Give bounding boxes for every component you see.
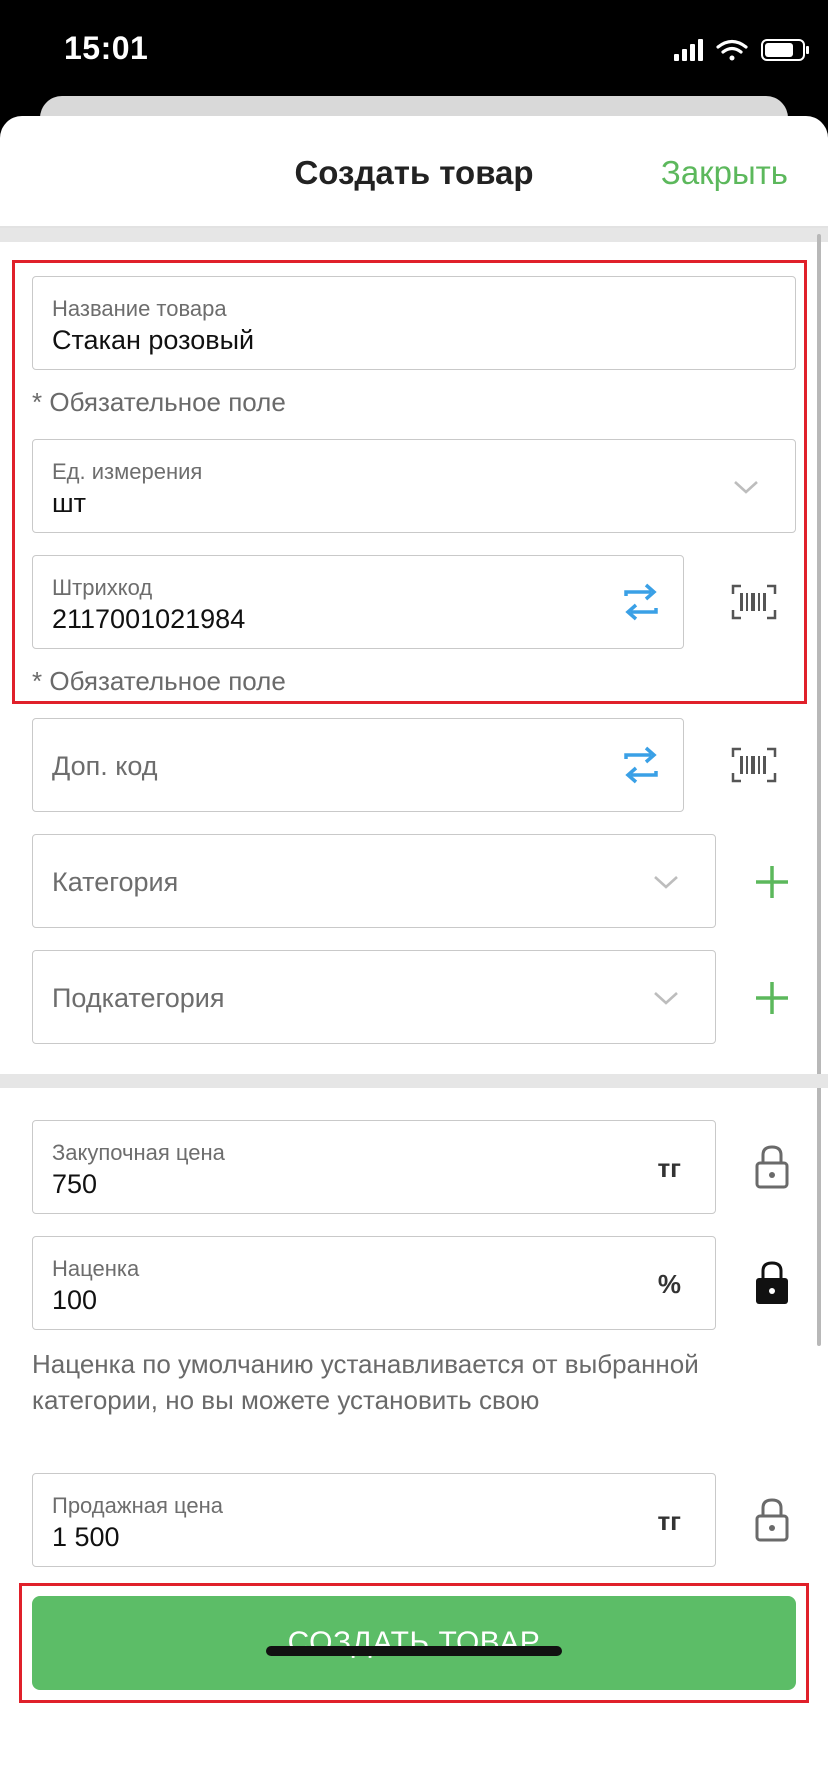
lock-open-icon[interactable] — [752, 1144, 792, 1190]
category-placeholder: Категория — [52, 867, 179, 897]
currency-suffix: тг — [657, 1506, 681, 1536]
status-time: 15:01 — [64, 30, 149, 66]
section-divider — [0, 228, 828, 242]
subcategory-select[interactable]: Подкатегория — [32, 950, 716, 1044]
create-button-highlight — [19, 1583, 809, 1703]
wifi-icon — [716, 39, 748, 61]
markup-hint: Наценка по умолчанию устанавливается от … — [32, 1349, 699, 1415]
extra-code-field[interactable]: Доп. код — [32, 718, 684, 812]
header: Создать товар Закрыть — [0, 116, 828, 228]
purchase-price-field[interactable]: Закупочная цена 750 тг — [32, 1120, 716, 1214]
currency-suffix: тг — [657, 1153, 681, 1183]
close-button[interactable]: Закрыть — [661, 154, 788, 192]
battery-icon — [761, 39, 809, 61]
percent-suffix: % — [657, 1269, 681, 1299]
required-fields-highlight — [12, 260, 807, 704]
chevron-down-icon — [653, 985, 679, 1011]
markup-label: Наценка — [52, 1256, 140, 1281]
purchase-price-label: Закупочная цена — [52, 1140, 225, 1165]
add-category-button[interactable] — [752, 862, 792, 902]
plus-icon — [756, 866, 788, 898]
purchase-price-value: 750 — [52, 1169, 98, 1199]
create-product-sheet: Создать товар Закрыть Название товара Ст… — [0, 116, 828, 1792]
barcode-scan-icon[interactable] — [730, 745, 778, 785]
markup-field[interactable]: Наценка 100 % — [32, 1236, 716, 1330]
lock-open-icon[interactable] — [752, 1497, 792, 1543]
category-select[interactable]: Категория — [32, 834, 716, 928]
status-bar: 15:01 — [0, 0, 828, 100]
extra-code-placeholder: Доп. код — [52, 751, 158, 781]
markup-value: 100 — [52, 1285, 98, 1315]
home-indicator — [266, 1646, 562, 1656]
signal-icon — [674, 39, 703, 61]
add-subcategory-button[interactable] — [752, 978, 792, 1018]
lock-closed-icon[interactable] — [752, 1260, 792, 1306]
refresh-icon[interactable] — [621, 744, 661, 786]
subcategory-placeholder: Подкатегория — [52, 983, 225, 1013]
plus-icon — [756, 982, 788, 1014]
section-divider — [0, 1074, 828, 1088]
scrollbar[interactable] — [817, 234, 821, 1346]
sale-price-field[interactable]: Продажная цена 1 500 тг — [32, 1473, 716, 1567]
chevron-down-icon — [653, 869, 679, 895]
status-icons — [628, 38, 828, 62]
sale-price-label: Продажная цена — [52, 1493, 223, 1518]
sale-price-value: 1 500 — [52, 1522, 120, 1552]
